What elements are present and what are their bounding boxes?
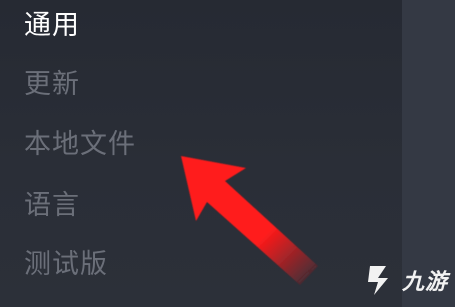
menu-item-updates[interactable]: 更新 (24, 71, 80, 98)
settings-menu-panel: 通用 更新 本地文件 语言 测试版 (0, 0, 402, 307)
jiuyou-logo-icon (368, 266, 388, 295)
menu-item-general[interactable]: 通用 (24, 12, 80, 39)
watermark-text: 九游 (402, 270, 449, 295)
watermark: 九游 (362, 258, 452, 302)
menu-item-local-files[interactable]: 本地文件 (24, 131, 136, 158)
menu-item-language[interactable]: 语言 (24, 192, 80, 219)
menu-item-betas[interactable]: 测试版 (24, 251, 108, 278)
